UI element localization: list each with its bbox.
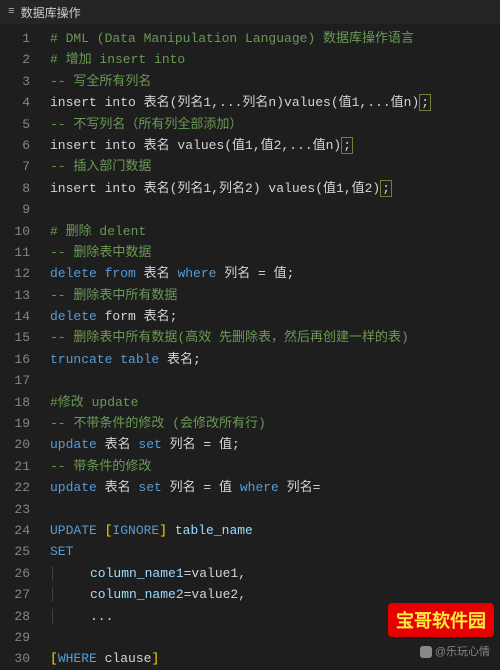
code-line[interactable]: -- 不带条件的修改 (会修改所有行): [50, 413, 500, 434]
code-line[interactable]: [50, 370, 500, 391]
code-line[interactable]: column_name1=value1,: [50, 563, 500, 584]
code-line[interactable]: -- 删除表中数据: [50, 242, 500, 263]
code-line[interactable]: # 增加 insert into: [50, 49, 500, 70]
code-line[interactable]: -- 带条件的修改: [50, 456, 500, 477]
code-line[interactable]: update 表名 set 列名 = 值 where 列名=: [50, 477, 500, 498]
code-line[interactable]: SET: [50, 541, 500, 562]
code-content[interactable]: # DML (Data Manipulation Language) 数据库操作…: [40, 24, 500, 667]
code-line[interactable]: # 删除 delent: [50, 221, 500, 242]
code-line[interactable]: # DML (Data Manipulation Language) 数据库操作…: [50, 28, 500, 49]
code-line[interactable]: insert into 表名(列名1,...列名n)values(值1,...值…: [50, 92, 500, 113]
code-line[interactable]: -- 不写列名（所有列全部添加）: [50, 114, 500, 135]
code-line[interactable]: -- 写全所有列名: [50, 71, 500, 92]
code-line[interactable]: delete form 表名;: [50, 306, 500, 327]
code-line[interactable]: -- 删除表中所有数据(高效 先删除表，然后再创建一样的表): [50, 327, 500, 348]
code-line[interactable]: delete from 表名 where 列名 = 值;: [50, 263, 500, 284]
code-line[interactable]: update 表名 set 列名 = 值;: [50, 434, 500, 455]
code-line[interactable]: [50, 499, 500, 520]
tab-title: 数据库操作: [21, 4, 81, 21]
code-line[interactable]: insert into 表名(列名1,列名2) values(值1,值2);: [50, 178, 500, 199]
watermark-author: @乐玩心情: [420, 643, 490, 659]
tab-bar: ≡ 数据库操作: [0, 0, 500, 24]
code-editor[interactable]: 1234567891011121314151617181920212223242…: [0, 24, 500, 667]
watermark-badge: 宝哥软件园: [388, 603, 494, 637]
code-line[interactable]: truncate table 表名;: [50, 349, 500, 370]
line-number-gutter: 1234567891011121314151617181920212223242…: [0, 24, 40, 667]
file-icon: ≡: [8, 6, 15, 18]
code-line[interactable]: [50, 199, 500, 220]
weibo-icon: [420, 646, 432, 658]
code-line[interactable]: -- 删除表中所有数据: [50, 285, 500, 306]
code-line[interactable]: -- 插入部门数据: [50, 156, 500, 177]
code-line[interactable]: UPDATE [IGNORE] table_name: [50, 520, 500, 541]
code-line[interactable]: insert into 表名 values(值1,值2,...值n);: [50, 135, 500, 156]
code-line[interactable]: #修改 update: [50, 392, 500, 413]
